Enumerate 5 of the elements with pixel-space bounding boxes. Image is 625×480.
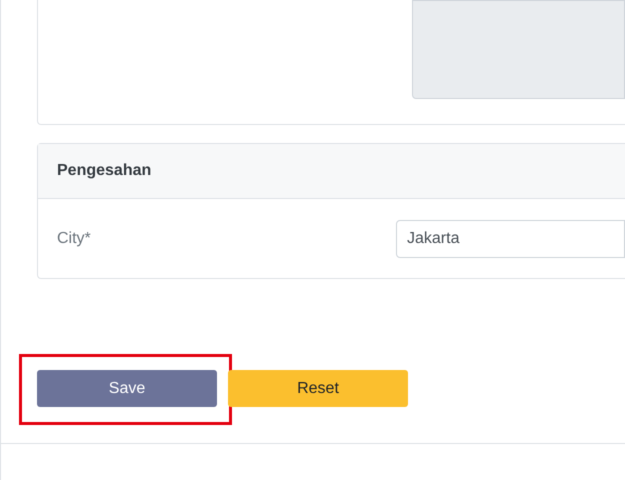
section-title: Pengesahan	[57, 161, 152, 181]
save-button[interactable]: Save	[37, 370, 217, 407]
reset-button[interactable]: Reset	[228, 370, 408, 407]
city-input-field[interactable]: Jakarta	[396, 220, 625, 258]
field-label: City*	[57, 228, 92, 248]
